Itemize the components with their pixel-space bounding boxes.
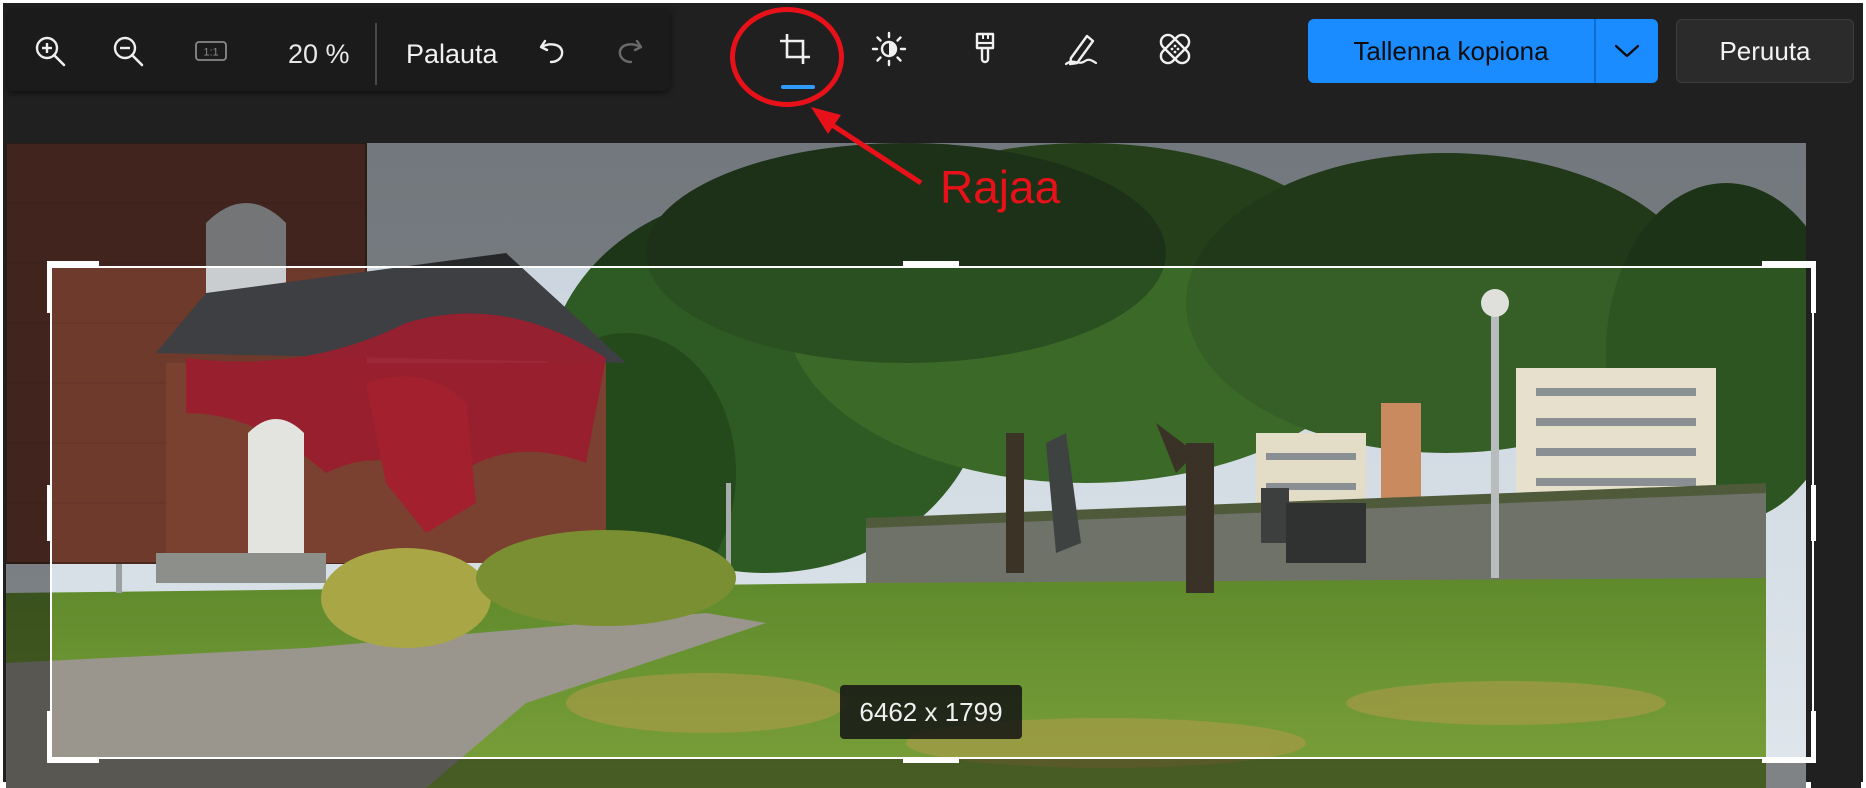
crop-handle-top-right[interactable] — [1762, 261, 1814, 266]
reset-button[interactable]: Palauta — [406, 39, 498, 70]
zoom-toolbar: 1:1 20 % Palauta — [8, 9, 670, 91]
crop-dimensions-badge: 6462 x 1799 — [840, 685, 1022, 739]
brush-icon — [975, 32, 995, 64]
undo-icon — [539, 39, 564, 64]
actual-size-icon: 1:1 — [195, 41, 227, 61]
canvas-scrollbar-area[interactable] — [1811, 143, 1861, 788]
crop-handle-bottom-right[interactable] — [1762, 758, 1814, 763]
crop-dim-bottom — [6, 759, 1806, 788]
crop-handle-bottom-right-v[interactable] — [1811, 711, 1816, 763]
crop-handle-bottom[interactable] — [903, 758, 959, 763]
bandage-icon — [1159, 33, 1191, 65]
crop-handle-left[interactable] — [47, 485, 52, 541]
save-copy-button-group: Tallenna kopiona — [1308, 19, 1658, 83]
redo-button[interactable] — [609, 31, 649, 71]
crop-dim-left — [6, 266, 50, 759]
actual-size-button[interactable]: 1:1 — [191, 31, 231, 71]
crop-handle-top-left[interactable] — [47, 261, 99, 266]
toolbar-divider — [375, 23, 377, 85]
annotation-circle — [730, 7, 844, 107]
tool-retouch[interactable] — [1153, 27, 1197, 71]
zoom-in-icon — [35, 36, 66, 67]
undo-button[interactable] — [533, 31, 573, 71]
crop-handle-top-right-v[interactable] — [1811, 261, 1816, 313]
crop-handle-bottom-left-v[interactable] — [47, 711, 52, 763]
cancel-button[interactable]: Peruuta — [1676, 19, 1854, 83]
zoom-in-button[interactable] — [30, 31, 70, 71]
redo-icon — [618, 39, 643, 64]
save-copy-button[interactable]: Tallenna kopiona — [1308, 19, 1594, 83]
tool-markup[interactable] — [1059, 27, 1103, 71]
zoom-out-icon — [113, 36, 144, 67]
crop-handle-top[interactable] — [903, 261, 959, 266]
crop-handle-bottom-left[interactable] — [47, 758, 99, 763]
save-options-dropdown[interactable] — [1596, 19, 1658, 83]
chevron-down-icon — [1614, 44, 1640, 58]
crop-handle-top-left-v[interactable] — [47, 261, 52, 313]
annotation-label: Rajaa — [940, 161, 1061, 213]
pen-icon — [1064, 34, 1098, 66]
crop-handle-right[interactable] — [1811, 485, 1816, 541]
tool-adjust[interactable] — [867, 27, 911, 71]
photo-editor-window: 1:1 20 % Palauta Tallenna kopiona Peruut… — [0, 0, 1866, 788]
zoom-level: 20 % — [288, 39, 350, 69]
brightness-icon — [871, 31, 907, 67]
svg-text:1:1: 1:1 — [203, 47, 218, 59]
tool-filter[interactable] — [963, 27, 1007, 71]
zoom-out-button[interactable] — [108, 31, 148, 71]
crop-dim-top — [6, 143, 1806, 266]
